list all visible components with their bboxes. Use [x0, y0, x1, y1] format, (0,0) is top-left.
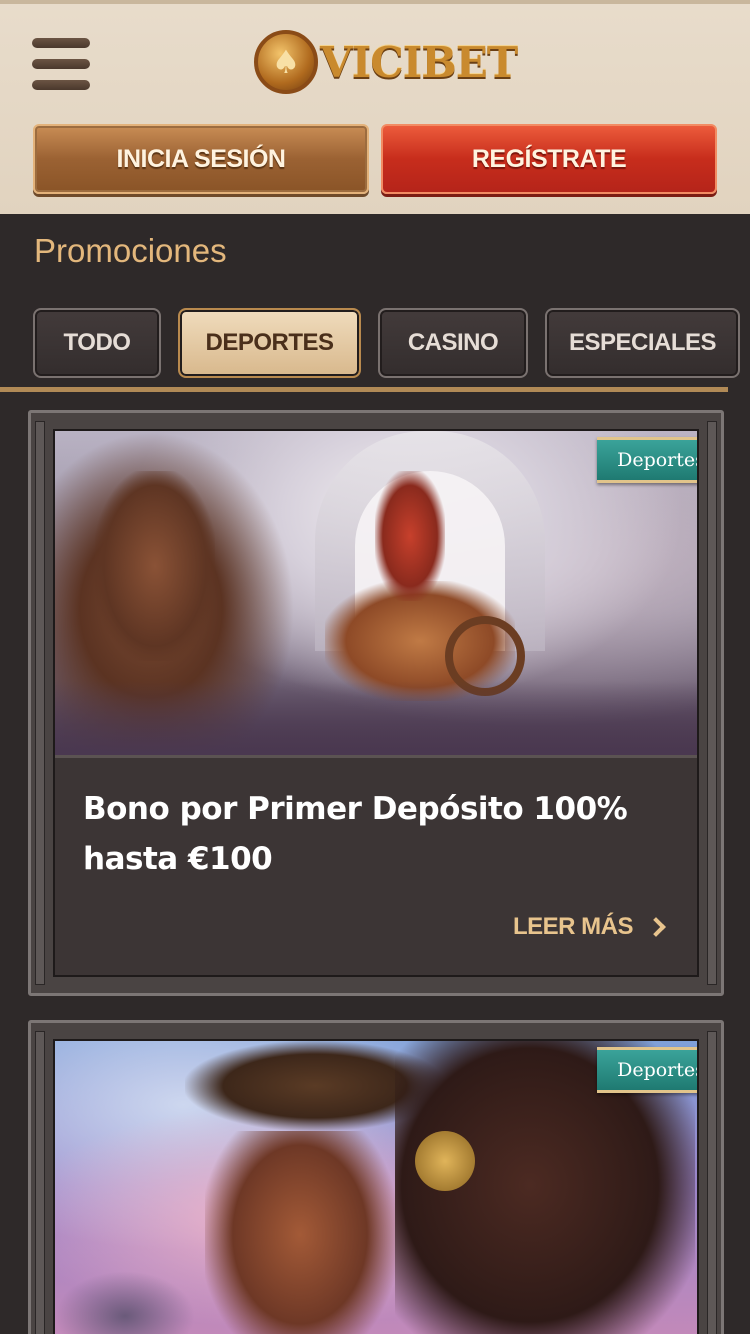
tab-todo[interactable]: TODO [33, 308, 161, 378]
spade-icon: ♠ [254, 30, 318, 94]
category-badge: Deportes [597, 437, 697, 483]
read-more-label: LEER MÁS [512, 913, 634, 940]
promo-image: Deportes [55, 1041, 697, 1334]
read-more-link[interactable]: LEER MÁS [512, 913, 666, 941]
tab-especiales[interactable]: ESPECIALES [545, 308, 740, 378]
promo-body: Bono por Primer Depósito 100% hasta €100… [55, 755, 697, 975]
promo-card-frame: Deportes [28, 1020, 724, 1334]
promo-card-frame: Deportes Bono por Primer Depósito 100% h… [28, 410, 724, 996]
chevron-right-icon [646, 917, 666, 937]
category-badge: Deportes [597, 1047, 697, 1093]
logo[interactable]: ♠ VICIBET [254, 30, 518, 94]
promo-title-line1: Bono por Primer Depósito 100% [83, 791, 628, 827]
menu-icon[interactable] [32, 38, 90, 90]
register-button[interactable]: REGÍSTRATE [381, 124, 717, 194]
login-button[interactable]: INICIA SESIÓN [33, 124, 369, 194]
logo-text: VICIBET [320, 37, 518, 87]
promo-image: Deportes [55, 431, 697, 755]
page-title: Promociones [34, 232, 227, 269]
header: ♠ VICIBET INICIA SESIÓN REGÍSTRATE [0, 0, 750, 214]
promo-card[interactable]: Deportes [53, 1039, 699, 1334]
promo-title: Bono por Primer Depósito 100% hasta €100 [83, 784, 669, 884]
promo-card[interactable]: Deportes Bono por Primer Depósito 100% h… [53, 429, 699, 977]
tab-casino[interactable]: CASINO [378, 308, 528, 378]
tabs-divider [0, 387, 728, 392]
tab-deportes[interactable]: DEPORTES [178, 308, 361, 378]
promo-title-line2: hasta €100 [83, 841, 273, 877]
